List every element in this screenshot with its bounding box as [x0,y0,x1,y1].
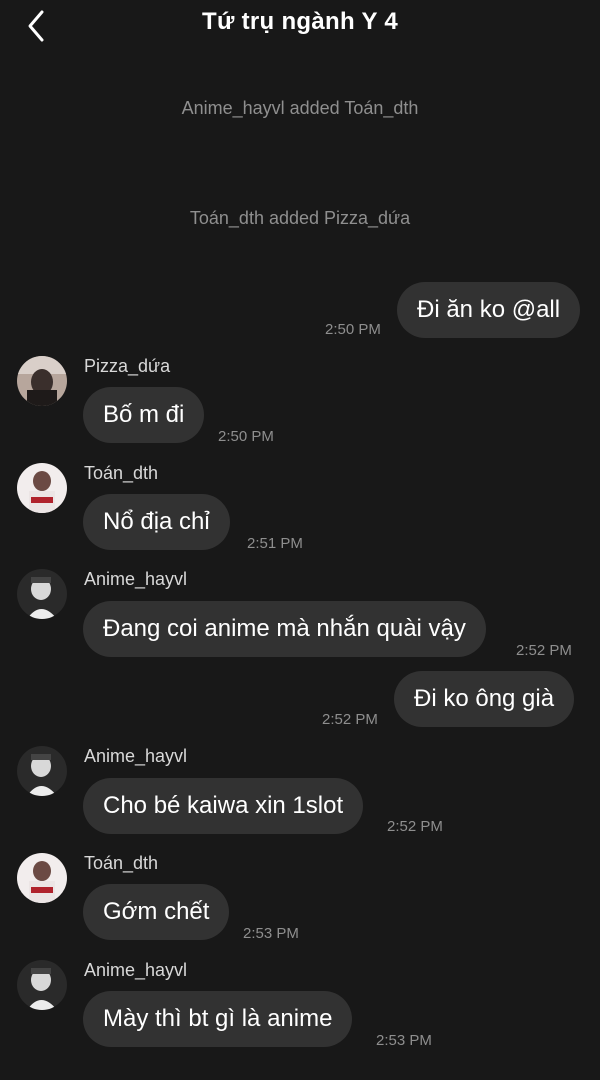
incoming-message-bubble[interactable]: Nổ địa chỉ [83,494,230,550]
avatar[interactable] [17,463,67,513]
avatar[interactable] [17,853,67,903]
message-timestamp: 2:52 PM [387,818,443,835]
message-timestamp: 2:50 PM [218,428,274,445]
system-message: Anime_hayvl added Toán_dth [181,98,419,118]
sender-name: Anime_hayvl [84,960,188,980]
message-timestamp: 2:53 PM [376,1032,432,1049]
outgoing-message-bubble[interactable]: Đi ko ông già [394,671,575,727]
incoming-message-bubble[interactable]: Bố m đi [83,387,205,443]
sender-name: Anime_hayvl [84,746,188,766]
message-timestamp: 2:52 PM [322,711,378,728]
incoming-message-bubble[interactable]: Cho bé kaiwa xin 1slot [83,778,364,834]
chat-header: Tứ trụ ngành Y 4 [0,0,600,52]
avatar[interactable] [17,569,67,619]
incoming-message-bubble[interactable]: Mày thì bt gì là anime [83,991,353,1047]
sender-name: Pizza_dứa [84,356,171,376]
message-timestamp: 2:50 PM [325,321,381,338]
incoming-message-bubble[interactable]: Gớm chết [83,884,230,940]
avatar[interactable] [17,356,67,406]
sender-name: Toán_dth [84,463,159,483]
outgoing-message-bubble[interactable]: Đi ăn ko @all [397,282,581,338]
chat-title: Tứ trụ ngành Y 4 [202,8,398,35]
sender-name: Toán_dth [84,853,159,873]
message-timestamp: 2:52 PM [516,642,572,659]
message-timestamp: 2:53 PM [243,925,299,942]
sender-name: Anime_hayvl [84,569,188,589]
avatar[interactable] [17,746,67,796]
system-message: Toán_dth added Pizza_dứa [189,208,411,228]
message-timestamp: 2:51 PM [247,535,303,552]
incoming-message-bubble[interactable]: Đang coi anime mà nhắn quài vậy [83,601,486,657]
avatar[interactable] [17,960,67,1010]
